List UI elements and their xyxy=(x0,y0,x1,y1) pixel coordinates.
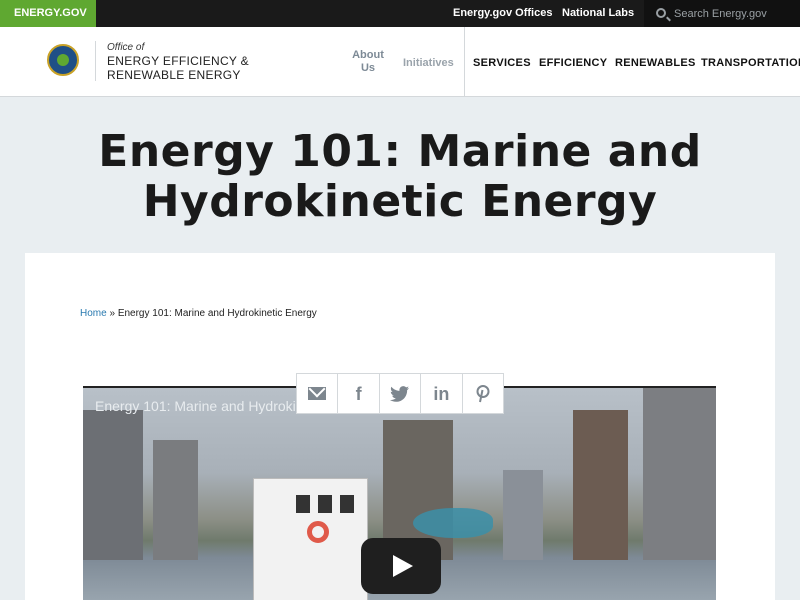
breadcrumb-current: Energy 101: Marine and Hydrokinetic Ener… xyxy=(117,308,317,319)
video-scene-turbine xyxy=(413,508,493,538)
email-icon xyxy=(308,387,327,400)
search-input[interactable] xyxy=(674,4,794,23)
utility-bar: ENERGY.GOV Energy.gov Offices National L… xyxy=(0,0,800,27)
header-divider xyxy=(95,41,96,81)
video-scene-building xyxy=(573,410,628,560)
nav-about-us[interactable]: About Us xyxy=(348,49,388,75)
video-scene-building xyxy=(83,410,143,560)
energy-gov-offices-link[interactable]: Energy.gov Offices xyxy=(453,0,552,27)
share-pinterest-button[interactable] xyxy=(463,374,503,413)
pinterest-icon xyxy=(476,384,490,402)
boat-window xyxy=(340,495,354,513)
video-scene-building xyxy=(503,470,543,560)
video-scene-building xyxy=(643,388,716,560)
linkedin-icon: in xyxy=(433,383,450,404)
facebook-icon: f xyxy=(355,383,362,404)
video-player[interactable]: Energy 101: Marine and Hydrokin xyxy=(83,386,716,600)
nav-initiatives[interactable]: Initiatives xyxy=(403,57,454,69)
national-labs-link[interactable]: National Labs xyxy=(562,0,634,27)
play-icon[interactable] xyxy=(361,538,441,594)
video-scene-building xyxy=(153,440,198,560)
share-toolbar: f in xyxy=(296,373,504,414)
video-title: Energy 101: Marine and Hydrokin xyxy=(95,398,304,414)
energy-gov-logo[interactable]: ENERGY.GOV xyxy=(0,0,96,27)
boat-window xyxy=(318,495,332,513)
breadcrumb: Home » Energy 101: Marine and Hydrokinet… xyxy=(80,308,317,319)
breadcrumb-home-link[interactable]: Home xyxy=(80,308,107,319)
twitter-icon xyxy=(390,385,410,402)
doe-seal-icon[interactable] xyxy=(47,44,79,76)
site-search xyxy=(644,0,800,27)
share-facebook-button[interactable]: f xyxy=(338,374,380,413)
video-scene-boat xyxy=(253,478,368,600)
boat-window xyxy=(296,495,310,513)
site-header: Office of ENERGY EFFICIENCY & RENEWABLE … xyxy=(0,27,800,97)
share-twitter-button[interactable] xyxy=(380,374,422,413)
nav-services[interactable]: SERVICES xyxy=(473,57,531,69)
share-email-button[interactable] xyxy=(297,374,339,413)
office-of-label: Office of xyxy=(107,42,145,53)
share-linkedin-button[interactable]: in xyxy=(421,374,463,413)
page-title: Energy 101: Marine and Hydrokinetic Ener… xyxy=(98,126,702,227)
office-name-link[interactable]: ENERGY EFFICIENCY & RENEWABLE ENERGY xyxy=(107,54,327,82)
search-icon[interactable] xyxy=(656,8,666,18)
nav-transportation[interactable]: TRANSPORTATION xyxy=(701,57,800,69)
nav-efficiency[interactable]: EFFICIENCY xyxy=(539,57,607,69)
breadcrumb-separator: » xyxy=(109,308,116,319)
nav-separator xyxy=(464,27,465,96)
life-ring-icon xyxy=(307,521,329,543)
content-card: Home » Energy 101: Marine and Hydrokinet… xyxy=(25,253,775,600)
nav-renewables[interactable]: RENEWABLES xyxy=(615,57,696,69)
